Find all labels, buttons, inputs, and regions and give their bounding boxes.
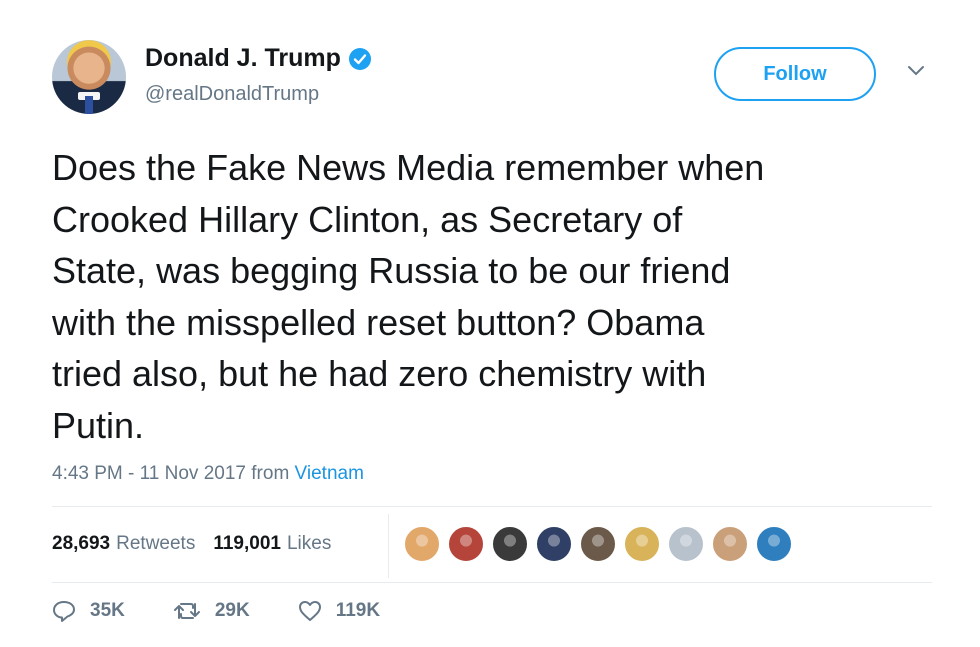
chevron-down-icon[interactable]: [906, 64, 926, 78]
liker-avatar[interactable]: [755, 525, 793, 563]
tweet-stats: 28,693 Retweets 119,001 Likes: [52, 533, 349, 555]
reply-button[interactable]: 35K: [52, 600, 125, 622]
likes-label: Likes: [286, 533, 332, 554]
verified-badge-icon: [348, 47, 371, 70]
retweet-button[interactable]: 29K: [173, 600, 250, 622]
retweets-stat[interactable]: 28,693 Retweets: [52, 533, 195, 555]
like-count: 119K: [335, 600, 381, 621]
avatar-tie: [85, 96, 93, 114]
likes-stat[interactable]: 119,001 Likes: [213, 533, 331, 555]
liker-avatars: [403, 525, 793, 563]
reply-count: 35K: [90, 600, 125, 621]
from-label: from: [251, 463, 290, 484]
liker-avatar[interactable]: [535, 525, 573, 563]
retweet-count: 29K: [214, 600, 250, 621]
liker-avatar[interactable]: [403, 525, 441, 563]
divider: [52, 506, 932, 507]
tweet-actions: 35K 29K 119K: [52, 600, 428, 622]
liker-avatar[interactable]: [447, 525, 485, 563]
reply-icon: [53, 601, 75, 622]
tweet-timestamp[interactable]: 4:43 PM - 11 Nov 2017: [52, 463, 246, 484]
like-button[interactable]: 119K: [298, 600, 380, 622]
liker-avatar[interactable]: [579, 525, 617, 563]
tweet-place-link[interactable]: Vietnam: [295, 463, 364, 484]
liker-avatar[interactable]: [491, 525, 529, 563]
author-name[interactable]: Donald J. Trump: [145, 44, 341, 73]
tweet-text: Does the Fake News Media remember when C…: [52, 147, 765, 446]
author-handle[interactable]: @realDonaldTrump: [145, 83, 319, 106]
liker-avatar[interactable]: [711, 525, 749, 563]
retweets-count: 28,693: [52, 533, 111, 554]
stats-divider: [388, 514, 389, 578]
divider: [52, 582, 932, 583]
follow-button[interactable]: Follow: [714, 47, 876, 101]
tweet-timestamp-row: 4:43 PM - 11 Nov 2017 from Vietnam: [52, 463, 364, 485]
likes-count: 119,001: [213, 533, 281, 554]
avatar[interactable]: [52, 40, 126, 114]
author-name-row: Donald J. Trump: [145, 44, 371, 73]
retweets-label: Retweets: [116, 533, 196, 554]
retweet-icon: [173, 603, 200, 619]
liker-avatar[interactable]: [667, 525, 705, 563]
liker-avatar[interactable]: [623, 525, 661, 563]
heart-icon: [298, 601, 321, 621]
